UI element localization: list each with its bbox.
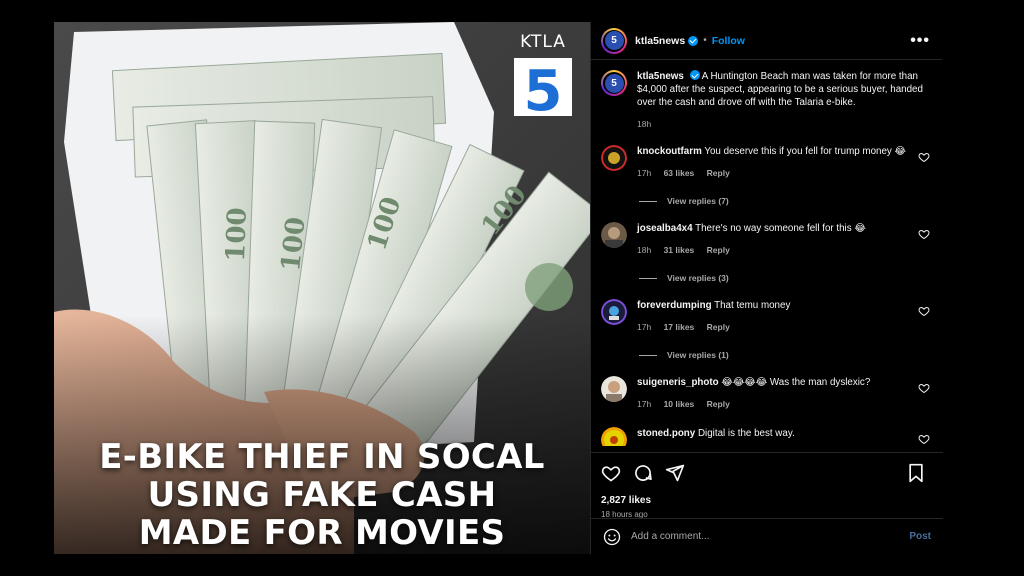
comments-list[interactable]: 5 ktla5news A Huntington Beach man was t… <box>591 60 942 446</box>
view-replies-button[interactable]: View replies (7) <box>639 196 930 206</box>
headline-line: USING FAKE CASH <box>147 475 497 515</box>
comment-username[interactable]: stoned.pony <box>637 428 695 439</box>
reply-button[interactable]: Reply <box>707 399 730 409</box>
bookmark-icon[interactable] <box>907 463 925 483</box>
view-replies-label: View replies (3) <box>667 273 729 283</box>
heart-icon[interactable] <box>918 151 930 163</box>
comment-time: 17h <box>637 322 652 332</box>
comment-likes[interactable]: 10 likes <box>664 399 695 409</box>
verified-icon <box>688 35 699 46</box>
post-image[interactable]: 100 100 100 100 5 KTLA E-BIKE THIEF IN S… <box>54 22 590 554</box>
post-sidebar: 5 ktla5news • Follow ••• 5 ktla5news A H… <box>590 22 943 554</box>
verified-icon <box>689 70 700 80</box>
headline-line: E-BIKE THIEF IN SOCAL <box>99 437 545 477</box>
caption-body: ktla5news A Huntington Beach man was tak… <box>637 70 930 131</box>
comment-body: foreverdumping That temu money 17h 17 li… <box>637 299 912 334</box>
post-header: 5 ktla5news • Follow ••• <box>591 22 942 60</box>
comment-username[interactable]: knockoutfarm <box>637 146 702 157</box>
post-button[interactable]: Post <box>909 531 931 542</box>
caption-avatar[interactable]: 5 <box>601 70 627 96</box>
comment-text: You deserve this if you fell for trump m… <box>704 146 907 157</box>
comment-text: There's no way someone fell for this 😂 <box>695 223 866 234</box>
caption-username[interactable]: ktla5news <box>637 71 684 82</box>
heart-icon[interactable] <box>918 382 930 394</box>
reply-button[interactable]: Reply <box>707 245 730 255</box>
headline-line: MADE FOR MOVIES <box>138 513 506 553</box>
share-icon[interactable] <box>665 463 685 483</box>
action-icons <box>601 463 931 483</box>
comment-body: josealba4x4 There's no way someone fell … <box>637 222 912 257</box>
author-avatar-text: 5 <box>604 31 624 50</box>
caption-avatar-text: 5 <box>604 73 624 93</box>
author-username[interactable]: ktla5news <box>635 35 685 47</box>
add-comment-bar: Post <box>591 518 943 554</box>
comment-body: stoned.pony Digital is the best way. <box>637 427 912 446</box>
comment-text: Digital is the best way. <box>697 428 795 439</box>
commenter-avatar[interactable] <box>601 145 627 171</box>
svg-text:5: 5 <box>524 59 563 124</box>
comment-item: knockoutfarm You deserve this if you fel… <box>601 145 930 180</box>
heart-icon[interactable] <box>601 463 621 483</box>
ktla-logo-text: KTLA <box>520 32 566 52</box>
comment-username[interactable]: foreverdumping <box>637 300 712 311</box>
post-actions: 2,827 likes 18 hours ago <box>591 452 943 519</box>
commenter-avatar[interactable] <box>601 427 627 446</box>
commenter-avatar[interactable] <box>601 376 627 402</box>
commenter-avatar[interactable] <box>601 222 627 248</box>
heart-icon[interactable] <box>918 305 930 317</box>
view-replies-label: View replies (1) <box>667 350 729 360</box>
caption-time: 18h <box>637 119 652 129</box>
author-avatar[interactable]: 5 <box>601 27 627 54</box>
heart-icon[interactable] <box>918 433 930 445</box>
comment-icon[interactable] <box>633 463 653 483</box>
comment-body: knockoutfarm You deserve this if you fel… <box>637 145 912 180</box>
comment-input[interactable] <box>631 531 910 542</box>
comment-item: foreverdumping That temu money 17h 17 li… <box>601 299 930 334</box>
commenter-avatar[interactable] <box>601 299 627 325</box>
reply-button[interactable]: Reply <box>707 322 730 332</box>
emoji-icon[interactable] <box>603 528 621 546</box>
view-replies-label: View replies (7) <box>667 196 729 206</box>
comment-item: josealba4x4 There's no way someone fell … <box>601 222 930 257</box>
separator-dot: • <box>703 35 707 46</box>
post-headline: E-BIKE THIEF IN SOCAL USING FAKE CASH MA… <box>54 438 590 552</box>
comment-likes[interactable]: 31 likes <box>664 245 695 255</box>
view-replies-button[interactable]: View replies (3) <box>639 273 930 283</box>
comment-time: 18h <box>637 245 652 255</box>
comment-item: stoned.pony Digital is the best way. <box>601 427 930 446</box>
comment-likes[interactable]: 17 likes <box>664 322 695 332</box>
likes-count[interactable]: 2,827 likes <box>601 495 931 506</box>
caption: 5 ktla5news A Huntington Beach man was t… <box>601 70 930 131</box>
comment-text: 😂😂😂😂 Was the man dyslexic? <box>721 377 871 388</box>
reply-button[interactable]: Reply <box>707 168 730 178</box>
follow-button[interactable]: Follow <box>712 35 745 47</box>
comment-username[interactable]: suigeneris_photo <box>637 377 719 388</box>
heart-icon[interactable] <box>918 228 930 240</box>
comment-time: 17h <box>637 168 652 178</box>
comment-item: suigeneris_photo 😂😂😂😂 Was the man dyslex… <box>601 376 930 411</box>
comment-username[interactable]: josealba4x4 <box>637 223 693 234</box>
comment-text: That temu money <box>714 300 791 311</box>
view-replies-button[interactable]: View replies (1) <box>639 350 930 360</box>
comment-body: suigeneris_photo 😂😂😂😂 Was the man dyslex… <box>637 376 912 411</box>
comment-time: 17h <box>637 399 652 409</box>
more-icon[interactable]: ••• <box>910 32 930 50</box>
comment-likes[interactable]: 63 likes <box>664 168 695 178</box>
